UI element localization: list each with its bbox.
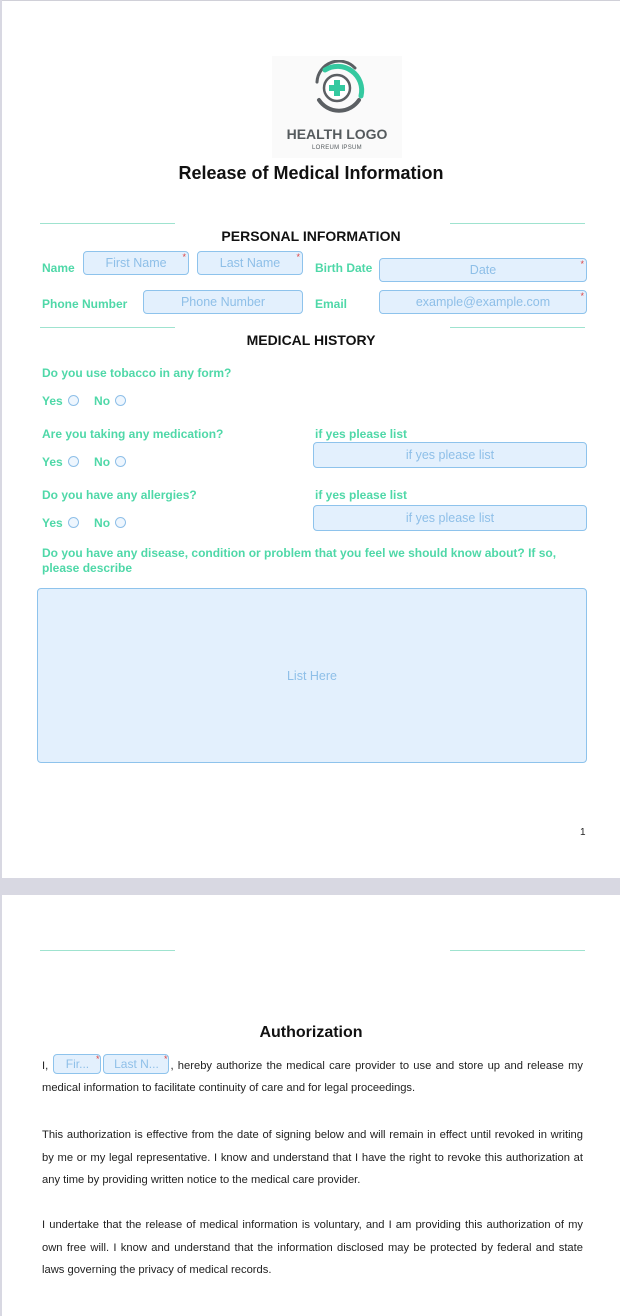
medication-list-input[interactable]: if yes please list <box>313 442 587 468</box>
page-1: HEALTH LOGO LOREUM IPSUM Release of Medi… <box>2 0 620 878</box>
email-label: Email <box>315 297 348 311</box>
medication-list-placeholder: if yes please list <box>405 448 495 462</box>
yes-label: Yes <box>42 455 63 469</box>
allergies-if-yes-label: if yes please list <box>315 488 408 502</box>
logo-subtitle: LOREUM IPSUM <box>312 145 362 151</box>
allergies-radio-group: Yes No <box>42 516 138 530</box>
birth-date-label: Birth Date <box>315 261 373 275</box>
required-marker: * <box>296 252 300 262</box>
disease-description-textarea[interactable]: List Here <box>37 588 587 763</box>
authorization-first-name-input[interactable]: Fir... * <box>53 1054 102 1074</box>
email-input[interactable]: example@example.com * <box>379 290 587 314</box>
yes-label: Yes <box>42 516 63 530</box>
tobacco-question: Do you use tobacco in any form? <box>42 366 232 380</box>
authorization-paragraph-3: I undertake that the release of medical … <box>42 1219 583 1276</box>
radio-button[interactable] <box>115 517 127 528</box>
no-label: No <box>94 394 111 408</box>
birth-date-input[interactable]: Date * <box>379 258 587 282</box>
medication-radio-group: Yes No <box>42 455 138 469</box>
tobacco-no-option[interactable]: No <box>94 394 127 408</box>
page-number: 1 <box>580 827 586 838</box>
name-label: Name <box>42 261 75 275</box>
divider-left <box>40 950 175 951</box>
no-label: No <box>94 455 111 469</box>
health-logo: HEALTH LOGO LOREUM IPSUM <box>272 56 402 158</box>
required-marker: * <box>95 1054 100 1064</box>
first-name-input[interactable]: First Name * <box>83 251 189 275</box>
divider-right <box>450 327 585 328</box>
allergies-question: Do you have any allergies? <box>42 488 197 502</box>
radio-button[interactable] <box>115 395 127 406</box>
authorization-heading: Authorization <box>259 1024 363 1041</box>
required-marker: * <box>182 252 186 262</box>
disease-description-placeholder: List Here <box>286 668 338 683</box>
divider-left <box>40 327 175 328</box>
phone-number-label: Phone Number <box>42 297 128 311</box>
last-name-placeholder: Last N... <box>114 1056 159 1071</box>
medication-yes-option[interactable]: Yes <box>42 455 79 469</box>
birth-date-placeholder: Date <box>469 263 497 277</box>
tobacco-yes-option[interactable]: Yes <box>42 394 79 408</box>
medication-question: Are you taking any medication? <box>42 427 224 441</box>
authorization-paragraph-1: I, Fir... * Last N... *, hereby authorize t… <box>42 1054 583 1100</box>
allergies-list-input[interactable]: if yes please list <box>313 505 587 531</box>
page-2: Authorization I, Fir... * Last N... *, here… <box>2 895 620 1316</box>
first-name-placeholder: First Name <box>105 256 167 270</box>
radio-button[interactable] <box>67 456 79 467</box>
first-name-placeholder: Fir... <box>65 1056 90 1071</box>
divider-left <box>40 223 175 224</box>
authorization-prefix: I, <box>42 1059 49 1072</box>
radio-button[interactable] <box>67 395 79 406</box>
required-marker: * <box>580 291 584 301</box>
allergies-list-placeholder: if yes please list <box>405 511 495 525</box>
last-name-input[interactable]: Last Name * <box>197 251 303 275</box>
email-placeholder: example@example.com <box>415 295 551 309</box>
medical-history-heading: MEDICAL HISTORY <box>246 332 376 348</box>
personal-information-heading: PERSONAL INFORMATION <box>221 228 401 244</box>
required-marker: * <box>163 1054 168 1064</box>
medication-no-option[interactable]: No <box>94 455 127 469</box>
radio-button[interactable] <box>67 517 79 528</box>
no-label: No <box>94 516 111 530</box>
required-marker: * <box>580 259 584 269</box>
phone-number-placeholder: Phone Number <box>180 295 266 309</box>
divider-right <box>450 950 585 951</box>
authorization-paragraph-2: This authorization is effective from the… <box>42 1129 583 1186</box>
document-title: Release of Medical Information <box>178 163 444 183</box>
divider-right <box>450 223 585 224</box>
logo-title: HEALTH LOGO <box>286 126 388 142</box>
medication-if-yes-label: if yes please list <box>315 427 408 441</box>
medical-cross-logo-icon <box>315 60 365 113</box>
tobacco-radio-group: Yes No <box>42 394 138 408</box>
allergies-yes-option[interactable]: Yes <box>42 516 79 530</box>
disease-question: Do you have any disease, condition or pr… <box>42 546 557 575</box>
last-name-placeholder: Last Name <box>219 256 281 270</box>
radio-button[interactable] <box>115 456 127 467</box>
phone-number-input[interactable]: Phone Number <box>143 290 303 314</box>
authorization-last-name-input[interactable]: Last N... * <box>103 1054 170 1074</box>
yes-label: Yes <box>42 394 63 408</box>
allergies-no-option[interactable]: No <box>94 516 127 530</box>
